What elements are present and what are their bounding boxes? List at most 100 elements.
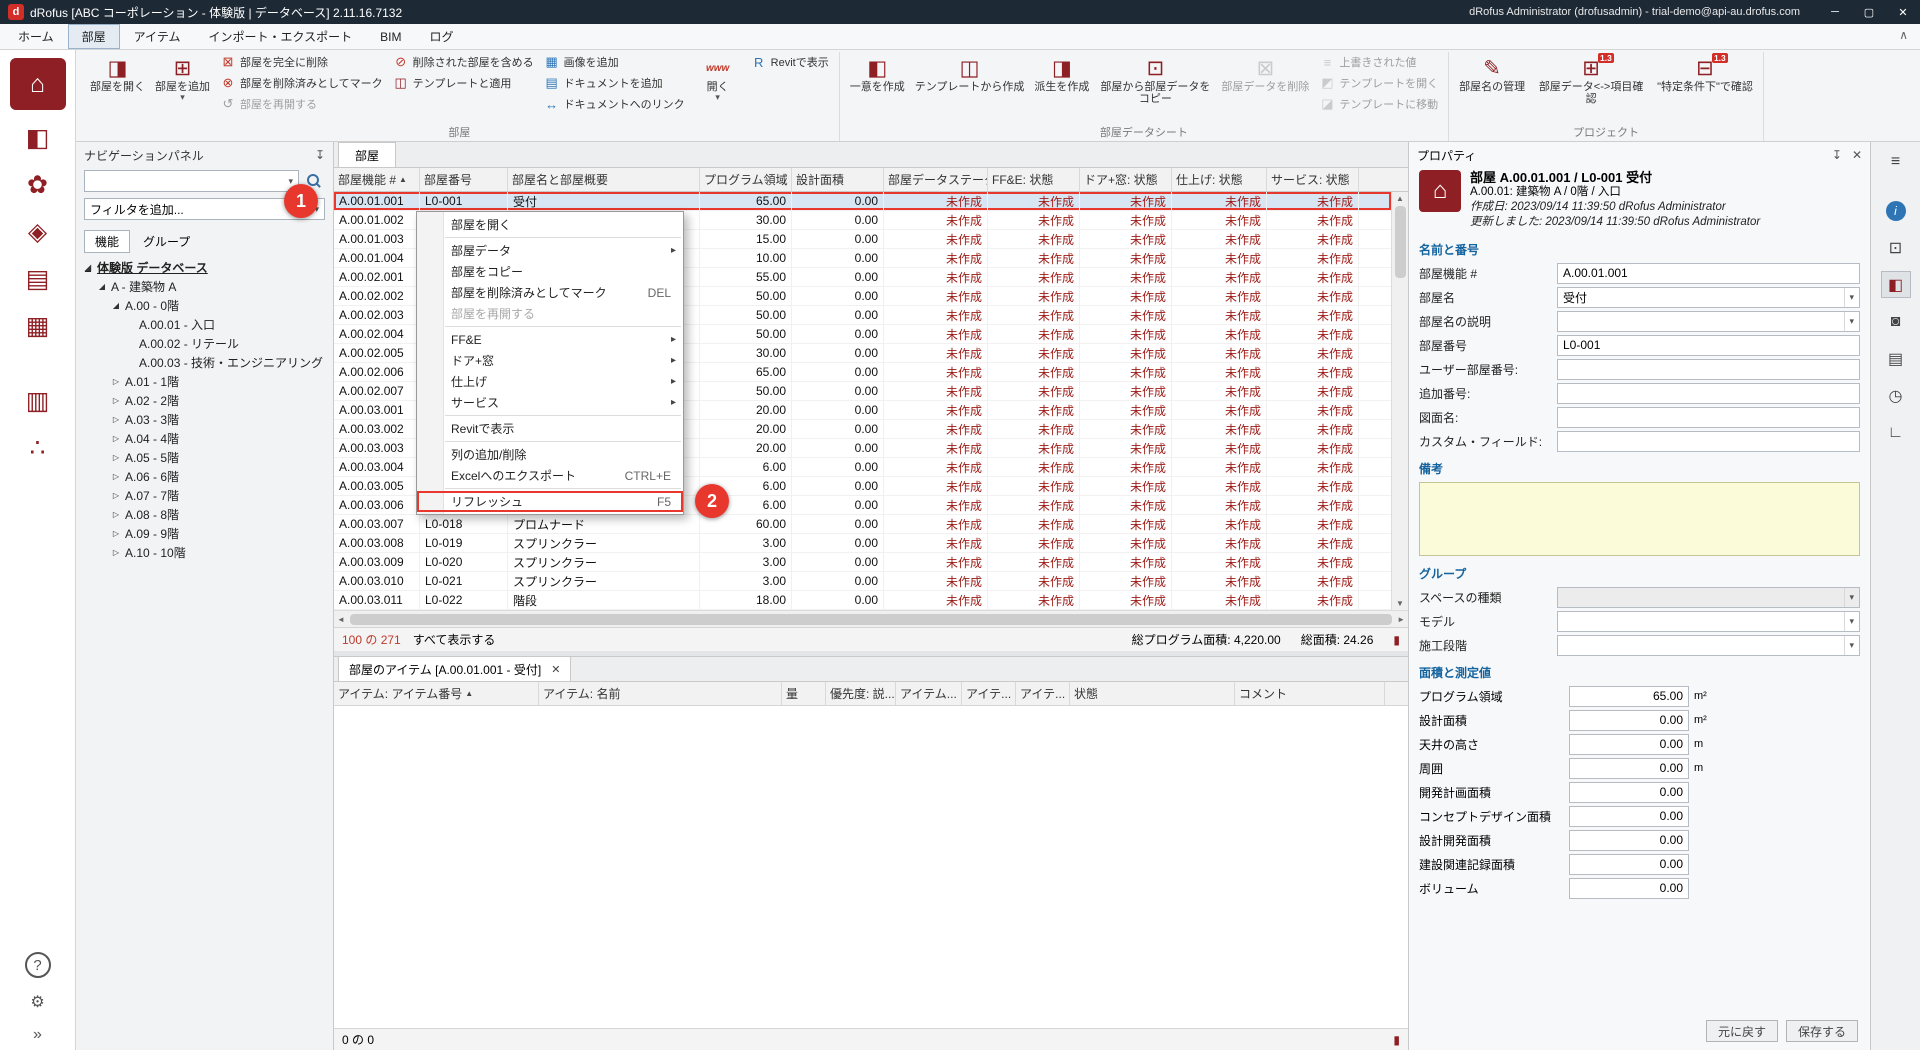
link-document-button[interactable]: ↔ドキュメントへのリンク	[540, 94, 689, 114]
www-open-button[interactable]: www開く▾	[691, 52, 745, 103]
module-checklists-button[interactable]: ▤	[16, 260, 60, 298]
create-derived-button[interactable]: ◨派生を作成	[1030, 52, 1093, 94]
module-bim-models-button[interactable]: ◈	[16, 213, 60, 251]
context-menu-item-copy-room[interactable]: 部屋をコピー	[417, 261, 683, 282]
context-menu-item-mark-deleted[interactable]: 部屋を削除済みとしてマークDEL	[417, 282, 683, 303]
settings-button[interactable]: ⚙	[30, 992, 44, 1012]
menu-tab-home[interactable]: ホーム	[4, 24, 68, 49]
measurements-button[interactable]: ∟	[1881, 419, 1911, 446]
collapse-ribbon-button[interactable]: ∧	[1899, 28, 1908, 42]
mark-room-deleted-button[interactable]: ⊗部屋を削除済みとしてマーク	[216, 73, 387, 93]
manage-room-names-button[interactable]: ✎部屋名の管理	[1455, 52, 1529, 94]
column-header-5[interactable]: 部屋データステータス	[884, 168, 988, 191]
tree-expanded-icon[interactable]: ◢	[96, 282, 108, 291]
close-button[interactable]: ✕	[1886, 0, 1920, 24]
remarks-textarea[interactable]	[1419, 482, 1860, 556]
tree-collapsed-icon[interactable]: ▷	[110, 396, 122, 405]
items-column-header-7[interactable]: 状態	[1070, 682, 1235, 705]
construction-record-area-input[interactable]: 0.00	[1569, 854, 1689, 875]
copy-room-data-button[interactable]: ⊡部屋から部屋データをコピー	[1095, 52, 1215, 106]
tab-room-items[interactable]: 部屋のアイテム [A.00.01.001 - 受付] ✕	[338, 656, 571, 681]
context-menu-item-room-data[interactable]: 部屋データ▸	[417, 240, 683, 261]
tree-node-zone-a0002[interactable]: A.00.02 - リテール	[76, 334, 333, 353]
tree-node-floor-a00[interactable]: ◢A.00 - 0階	[76, 296, 333, 315]
scroll-right-icon[interactable]: ►	[1397, 615, 1405, 624]
context-menu-item-export-excel[interactable]: ExcelへのエクスポートCTRL+E	[417, 465, 683, 486]
tree-node-root-database[interactable]: ◢体験版 データベース	[76, 258, 333, 277]
column-header-6[interactable]: FF&E: 状態	[988, 168, 1080, 191]
menu-tab-bim[interactable]: BIM	[366, 24, 415, 49]
module-relations-button[interactable]: ∴	[16, 429, 60, 467]
scroll-up-icon[interactable]: ▲	[1396, 194, 1404, 203]
construction-stage-input[interactable]: ▾	[1557, 635, 1860, 656]
items-column-header-0[interactable]: アイテム: アイテム番号▲	[334, 682, 539, 705]
images-button[interactable]: ◙	[1881, 308, 1911, 335]
include-deleted-rooms-button[interactable]: ⊘削除された部屋を含める	[389, 52, 538, 72]
nav-tab-group[interactable]: グループ	[132, 230, 201, 253]
room-number-input[interactable]: L0-001	[1557, 335, 1860, 356]
tree-expanded-icon[interactable]: ◢	[110, 301, 122, 310]
perimeter-input[interactable]: 0.00	[1569, 758, 1689, 779]
tree-node-floor-a01[interactable]: ▷A.01 - 1階	[76, 372, 333, 391]
room-row-A.00.03.009[interactable]: A.00.03.009L0-020スプリンクラー3.000.00未作成未作成未作…	[334, 553, 1391, 572]
undo-button[interactable]: 元に戻す	[1706, 1020, 1778, 1042]
condition-check-button[interactable]: ⊟1.3"特定条件下"で確認	[1653, 52, 1757, 94]
module-reports-button[interactable]: ▥	[16, 382, 60, 420]
tree-collapsed-icon[interactable]: ▷	[110, 472, 122, 481]
tree-collapsed-icon[interactable]: ▷	[110, 548, 122, 557]
room-row-A.00.03.007[interactable]: A.00.03.007L0-018プロムナード60.000.00未作成未作成未作…	[334, 515, 1391, 534]
scrollbar-thumb[interactable]	[350, 614, 1392, 625]
volume-input[interactable]: 0.00	[1569, 878, 1689, 899]
status-report-icon[interactable]: ▮	[1393, 1033, 1400, 1047]
ceiling-height-input[interactable]: 0.00	[1569, 734, 1689, 755]
column-header-0[interactable]: 部屋機能 #▲	[334, 168, 420, 191]
tree-node-floor-a08[interactable]: ▷A.08 - 8階	[76, 505, 333, 524]
items-column-header-3[interactable]: 優先度: 説...	[826, 682, 896, 705]
close-icon[interactable]: ✕	[551, 663, 560, 676]
minimize-button[interactable]: ─	[1818, 0, 1852, 24]
help-button[interactable]: ?	[25, 952, 51, 978]
module-items-button[interactable]: ◧	[16, 119, 60, 157]
items-column-header-2[interactable]: 量	[782, 682, 826, 705]
user-room-number-input[interactable]	[1557, 359, 1860, 380]
show-all-link[interactable]: すべて表示する	[413, 631, 496, 648]
pin-icon[interactable]: ↧	[1832, 148, 1842, 162]
delete-room-permanently-button[interactable]: ⊠部屋を完全に削除	[216, 52, 387, 72]
column-header-1[interactable]: 部屋番号	[420, 168, 508, 191]
model-input[interactable]: ▾	[1557, 611, 1860, 632]
scrollbar-thumb[interactable]	[1395, 206, 1406, 278]
column-header-8[interactable]: 仕上げ: 状態	[1172, 168, 1267, 191]
tree-node-floor-a05[interactable]: ▷A.05 - 5階	[76, 448, 333, 467]
tree-collapsed-icon[interactable]: ▷	[110, 415, 122, 424]
documents-button[interactable]: ▤	[1881, 345, 1911, 372]
items-column-header-5[interactable]: アイテ...	[962, 682, 1016, 705]
tree-node-floor-a06[interactable]: ▷A.06 - 6階	[76, 467, 333, 486]
context-menu-item-doors-windows[interactable]: ドア+窓▸	[417, 350, 683, 371]
nav-tab-function[interactable]: 機能	[84, 230, 130, 253]
tree-node-zone-a0003[interactable]: A.00.03 - 技術・エンジニアリング	[76, 353, 333, 372]
module-equipment-button[interactable]: ✿	[16, 166, 60, 204]
context-menu-item-show-in-revit[interactable]: Revitで表示	[417, 418, 683, 439]
items-column-header-6[interactable]: アイテ...	[1016, 682, 1070, 705]
tree-collapsed-icon[interactable]: ▷	[110, 453, 122, 462]
room-data-item-check-button[interactable]: ⊞1.3部屋データ<->項目確認	[1531, 52, 1651, 106]
menu-tab-log[interactable]: ログ	[415, 24, 467, 49]
menu-tab-rooms[interactable]: 部屋	[68, 24, 120, 49]
context-menu-item-ffe[interactable]: FF&E▸	[417, 329, 683, 350]
drawing-name-input[interactable]	[1557, 407, 1860, 428]
design-development-area-input[interactable]: 0.00	[1569, 830, 1689, 851]
column-header-9[interactable]: サービス: 状態	[1267, 168, 1359, 191]
add-room-button[interactable]: ⊞部屋を追加▾	[151, 52, 214, 103]
tab-rooms[interactable]: 部屋	[338, 142, 396, 167]
context-menu-item-open-room[interactable]: 部屋を開く	[417, 214, 683, 235]
tree-node-floor-a02[interactable]: ▷A.02 - 2階	[76, 391, 333, 410]
horizontal-scrollbar[interactable]: ◄ ►	[334, 610, 1408, 627]
room-row-A.00.03.011[interactable]: A.00.03.011L0-022階段18.000.00未作成未作成未作成未作成…	[334, 591, 1391, 610]
status-report-icon[interactable]: ▮	[1393, 633, 1400, 647]
tree-collapsed-icon[interactable]: ▷	[110, 377, 122, 386]
save-button[interactable]: 保存する	[1786, 1020, 1858, 1042]
menu-tab-import-export[interactable]: インポート・エクスポート	[194, 24, 366, 49]
scroll-left-icon[interactable]: ◄	[337, 615, 345, 624]
expand-button[interactable]: »	[33, 1026, 42, 1044]
tree-node-floor-a04[interactable]: ▷A.04 - 4階	[76, 429, 333, 448]
